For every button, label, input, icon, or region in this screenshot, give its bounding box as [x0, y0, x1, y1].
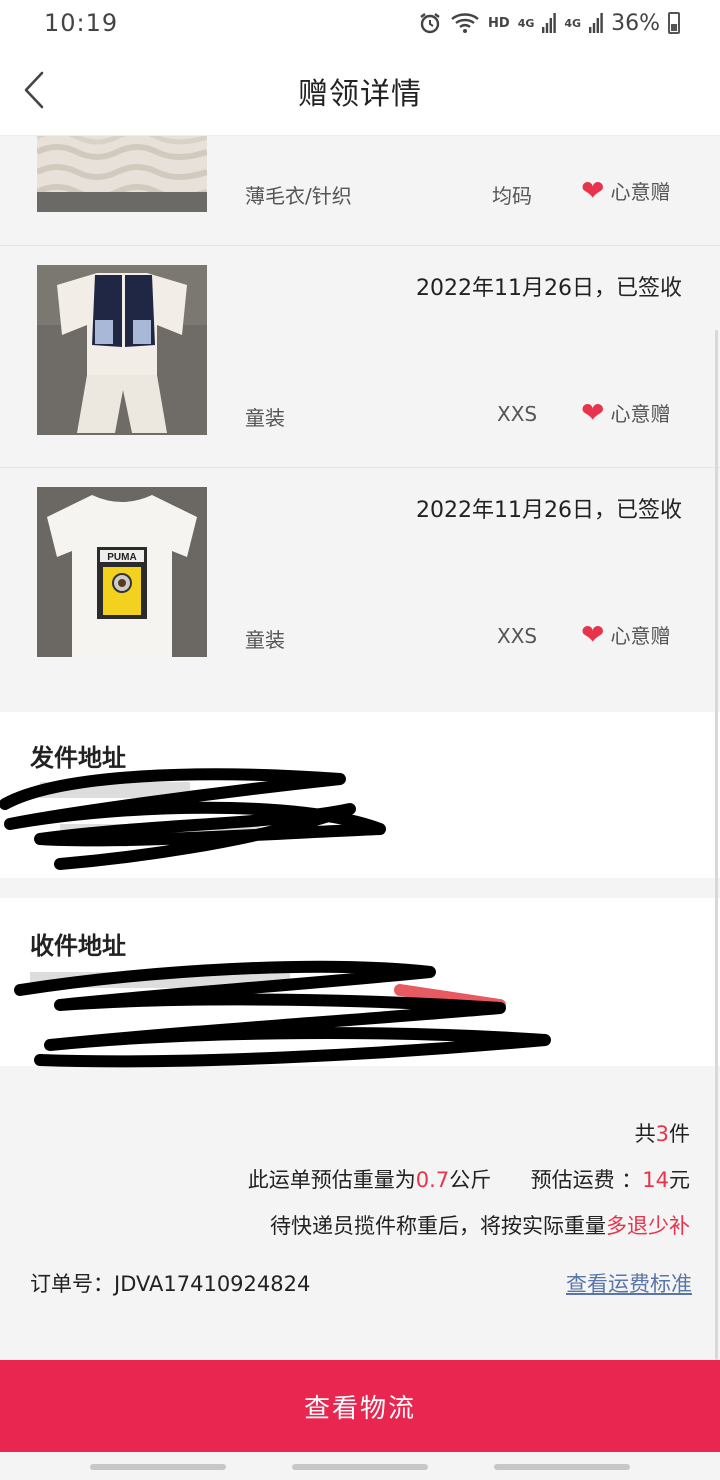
gift-tag: ❤ 心意赠	[581, 620, 670, 649]
gift-tag-label: 心意赠	[610, 180, 671, 204]
page-title: 赠领详情	[298, 76, 422, 112]
item-category: 童装	[245, 406, 285, 430]
back-gesture-pill[interactable]	[494, 1464, 630, 1470]
battery-percent: 36%	[611, 10, 660, 36]
weight-and-fee: 此运单预估重量为0.7公斤 预估运费 ：14元	[248, 1164, 690, 1194]
list-item[interactable]: PUMA 2022年11月26日，已签收 童装 XXS ❤ 心意赠	[0, 468, 720, 712]
signal-2-label: 4G	[564, 16, 582, 30]
home-gesture-pill[interactable]	[292, 1464, 428, 1470]
alarm-icon	[420, 13, 440, 34]
heart-icon: ❤	[581, 173, 605, 207]
wifi-icon	[451, 13, 479, 33]
navigation-gesture-bar	[0, 1452, 720, 1480]
status-icons: HD 4G 4G 36%	[418, 11, 680, 36]
product-image-sweater	[37, 136, 207, 212]
nav-bar: 赠领详情	[0, 46, 720, 136]
gift-tag-label: 心意赠	[610, 624, 671, 648]
heart-icon: ❤	[581, 617, 605, 651]
sender-address-card: 发件地址	[0, 712, 720, 878]
item-size: 均码	[492, 184, 532, 208]
fee-value: 14	[642, 1168, 669, 1192]
item-count: 共3件	[635, 1118, 690, 1148]
gift-tag-label: 心意赠	[610, 402, 671, 426]
redaction-scribble	[0, 768, 386, 870]
item-size: XXS	[497, 624, 538, 648]
content-scroll-area[interactable]: 薄毛衣/针织 均码 ❤ 心意赠 2022年11月26日，已签收 童装 XXS ❤	[0, 136, 720, 1360]
hd-indicator: HD	[488, 15, 510, 31]
order-number-label: 订单号：	[30, 1272, 114, 1296]
weight-label: 此运单预估重量为	[247, 1168, 416, 1192]
weight-value: 0.7	[415, 1168, 450, 1192]
item-size: XXS	[497, 402, 538, 426]
list-item[interactable]: 薄毛衣/针织 均码 ❤ 心意赠	[0, 136, 720, 246]
weight-note-text: 待快递员揽件称重后，将按实际重量	[270, 1214, 606, 1238]
item-sign-date: 2022年11月26日，已签收	[416, 276, 682, 301]
fee-standard-link[interactable]: 查看运费标准	[566, 1268, 692, 1298]
scrollbar[interactable]	[715, 330, 718, 1360]
receiver-address-card: 收件地址	[0, 898, 720, 1068]
battery-icon	[668, 12, 680, 34]
item-category: 童装	[245, 628, 285, 652]
signal-1-label: 4G	[517, 16, 535, 30]
back-button[interactable]	[14, 68, 54, 112]
redaction-scribble	[14, 960, 551, 1068]
weight-note: 待快递员揽件称重后，将按实际重量多退少补	[270, 1210, 690, 1240]
signal-bars-icon	[542, 13, 557, 33]
item-category: 薄毛衣/针织	[245, 184, 352, 208]
item-count-value: 3	[655, 1122, 669, 1146]
list-item[interactable]: 2022年11月26日，已签收 童装 XXS ❤ 心意赠	[0, 246, 720, 468]
item-count-suffix: 件	[669, 1122, 690, 1146]
order-number: 订单号：JDVA17410924824	[30, 1268, 310, 1298]
view-logistics-button[interactable]: 查看物流	[0, 1360, 720, 1452]
weight-note-highlight: 多退少补	[606, 1214, 690, 1238]
status-bar: 10:19 HD 4G 4G 36%	[0, 0, 720, 46]
order-number-value: JDVA17410924824	[114, 1272, 311, 1296]
status-time: 10:19	[44, 9, 119, 37]
signal-bars-icon	[589, 13, 603, 33]
product-image-kids-set	[37, 265, 207, 435]
chevron-left-icon	[24, 71, 44, 109]
item-count-prefix: 共	[634, 1122, 656, 1146]
fee-unit: 元	[669, 1168, 690, 1192]
puma-logo: PUMA	[107, 552, 136, 563]
gift-tag: ❤ 心意赠	[581, 398, 670, 427]
gift-tag: ❤ 心意赠	[581, 176, 670, 205]
weight-unit: 公斤	[449, 1168, 492, 1192]
heart-icon: ❤	[581, 395, 605, 429]
item-sign-date: 2022年11月26日，已签收	[416, 498, 682, 523]
fee-label: 预估运费 ：	[530, 1168, 643, 1192]
recents-gesture-pill[interactable]	[90, 1464, 226, 1470]
product-image-tshirt: PUMA	[37, 487, 207, 657]
